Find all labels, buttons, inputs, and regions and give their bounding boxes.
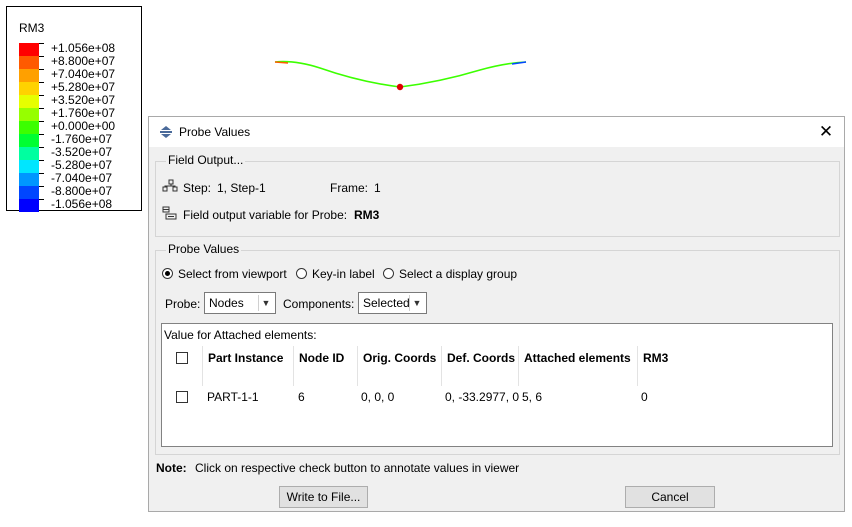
legend-tick [39,108,44,109]
note-text: Click on respective check button to anno… [195,461,520,475]
step-value: 1, Step-1 [217,181,266,195]
viewport-beam[interactable] [260,50,540,100]
cell-def-coords: 0, -33.2977, 0 [445,390,520,404]
legend-value: +0.000e+00 [51,119,116,133]
cell-attached-elements: 5, 6 [522,390,543,404]
legend-tick [39,43,44,44]
legend-swatch [19,108,39,121]
radio-select-from-viewport-label[interactable]: Select from viewport [178,267,287,281]
legend-swatch [19,160,39,173]
field-variable-icon [162,206,177,220]
legend-tick [39,199,44,200]
legend-value: -3.520e+07 [51,145,113,159]
dialog-titlebar[interactable]: Probe Values ✕ [149,117,844,147]
legend-value: -5.280e+07 [51,158,113,172]
table-caption: Value for Attached elements: [164,328,317,342]
cancel-button[interactable]: Cancel [625,486,715,508]
legend-tick [39,186,44,187]
step-label: Step: [183,181,212,195]
legend-swatch [19,173,39,186]
legend-value: +7.040e+07 [51,67,116,81]
radio-key-in-label[interactable] [296,268,307,279]
legend-swatch [19,69,39,82]
legend-swatch [19,56,39,69]
legend-value: -7.040e+07 [51,171,113,185]
legend-value: +3.520e+07 [51,93,116,107]
legend-tick [39,121,44,122]
legend-swatch [19,186,39,199]
probe-label: Probe: [165,297,201,311]
legend-tick [39,147,44,148]
radio-select-display-group[interactable] [383,268,394,279]
contour-legend: RM3 +1.056e+08 +8.800e+07 +7.040e+07 +5.280… [6,6,142,212]
frame-label: Frame: [330,181,369,195]
legend-value: -1.056e+08 [51,197,113,211]
col-header-rm3[interactable]: RM3 [637,346,832,386]
legend-value: +5.280e+07 [51,80,116,94]
legend-value: +1.760e+07 [51,106,116,120]
write-to-file-button[interactable]: Write to File... [279,486,368,508]
probe-values-dialog: Probe Values ✕ Field Output... Step: 1, … [148,116,845,512]
cell-part-instance: PART-1-1 [207,390,259,404]
field-variable-label: Field output variable for Probe: [183,208,348,222]
legend-tick [39,69,44,70]
radio-key-in-label-label[interactable]: Key-in label [312,267,375,281]
close-button[interactable]: ✕ [814,120,838,144]
legend-tick [39,173,44,174]
frame-value: 1 [374,181,381,195]
step-icon [162,179,178,192]
legend-swatch [19,147,39,160]
cell-rm3: 0 [641,390,648,404]
col-header-part-instance[interactable]: Part Instance [202,346,293,386]
field-output-group-label: Field Output... [166,153,246,167]
legend-swatch [19,95,39,108]
col-header-orig-coords[interactable]: Orig. Coords [357,346,441,386]
dialog-title: Probe Values [179,125,251,139]
legend-swatch [19,121,39,134]
legend-value: -1.760e+07 [51,132,113,146]
select-all-checkbox[interactable] [176,352,188,364]
legend-entry: -1.056e+08 [19,197,139,212]
probe-values-group-label: Probe Values [166,242,242,256]
legend-title: RM3 [19,21,45,35]
col-header-def-coords[interactable]: Def. Coords [441,346,518,386]
legend-value: +8.800e+07 [51,54,116,68]
cell-node-id: 6 [298,390,305,404]
cell-orig-coords: 0, 0, 0 [361,390,395,404]
legend-tick [39,82,44,83]
probe-select-value: Nodes [209,296,244,310]
radio-select-display-group-label[interactable]: Select a display group [399,267,517,281]
legend-tick [39,160,44,161]
legend-tick [39,95,44,96]
legend-swatch [19,43,39,56]
legend-swatch [19,134,39,147]
note-label: Note: [156,461,187,475]
field-variable-value: RM3 [354,208,380,222]
components-select[interactable]: Selected ▼ [358,292,427,314]
legend-value: +1.056e+08 [51,41,116,55]
radio-select-from-viewport[interactable] [162,268,173,279]
chevron-down-icon: ▼ [258,295,273,311]
probe-results-table: Value for Attached elements: Part Instan… [161,323,833,447]
col-header-attached-elements[interactable]: Attached elements [518,346,637,386]
legend-tick [39,134,44,135]
legend-swatch [19,82,39,95]
row-checkbox[interactable] [176,391,188,403]
components-select-value: Selected [363,296,410,310]
field-output-group: Field Output... [155,153,840,237]
probe-icon [160,126,172,138]
chevron-down-icon: ▼ [409,295,424,311]
probe-select[interactable]: Nodes ▼ [204,292,276,314]
col-header-node-id[interactable]: Node ID [293,346,357,386]
legend-swatch [19,199,39,212]
legend-value: -8.800e+07 [51,184,113,198]
legend-tick [39,56,44,57]
probed-node-marker [396,83,404,91]
components-label: Components: [283,297,355,311]
